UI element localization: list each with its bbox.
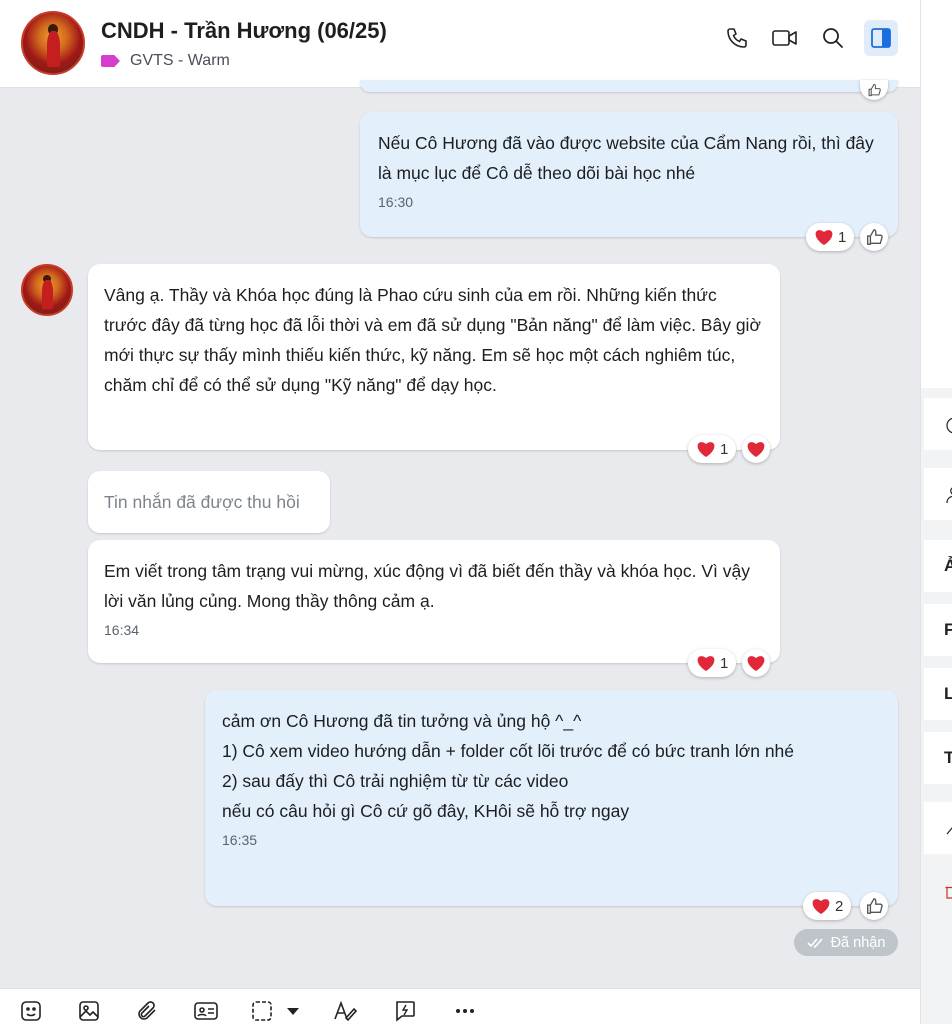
reaction-summary[interactable]: 1 [688,649,737,677]
message-bubble-sent[interactable]: Nếu Cô Hương đã vào được website của Cẩm… [360,112,898,237]
contact-avatar[interactable] [21,11,85,75]
image-icon[interactable] [74,997,104,1024]
side-panel-user-icon[interactable] [924,468,952,520]
message-line: cảm ơn Cô Hương đã tin tưởng và ủng hộ ^… [222,711,582,731]
side-panel-item-a[interactable]: Ả [924,540,952,592]
side-panel: Ả F L T [920,0,952,1024]
message-time: 16:35 [222,832,258,848]
reaction-summary[interactable]: 1 [806,223,855,251]
attachment-icon[interactable] [132,997,162,1024]
chat-header: CNDH - Trần Hương (06/25) GVTS - Warm [0,0,920,88]
quick-message-icon[interactable] [390,997,420,1024]
side-panel-item-t[interactable]: T [924,732,952,784]
tag-label: GVTS - Warm [130,52,230,69]
screenshot-icon[interactable] [250,997,312,1024]
recalled-message[interactable]: Tin nhắn đã được thu hồi [88,471,330,533]
message-time: 16:30 [378,194,414,210]
message-line: 2) sau đấy thì Cô trải nghiệm từ từ các … [222,771,569,791]
heart-icon [697,656,715,671]
more-icon[interactable] [450,997,480,1024]
message-text: Em viết trong tâm trạng vui mừng, xúc độ… [104,561,750,611]
side-panel-trash-icon[interactable] [924,866,952,918]
side-panel-item-f[interactable]: F [924,604,952,656]
double-check-icon [807,937,823,948]
side-panel-item-l[interactable]: L [924,668,952,720]
heart-icon [815,230,833,245]
message-bubble-received[interactable]: Vâng ạ. Thầy và Khóa học đúng là Phao cứ… [88,264,780,450]
search-icon[interactable] [816,20,850,56]
video-call-icon[interactable] [768,20,802,56]
heart-reaction-button[interactable] [742,649,770,677]
message-bubble-sent[interactable]: cảm ơn Cô Hương đã tin tưởng và ủng hộ ^… [205,690,898,906]
message-text: Vâng ạ. Thầy và Khóa học đúng là Phao cứ… [104,285,761,395]
sticker-icon[interactable] [16,997,46,1024]
reaction-summary[interactable]: 2 [803,892,852,920]
tag-icon [101,55,120,67]
contact-card-icon[interactable] [191,997,221,1024]
sidebar-toggle-icon[interactable] [864,20,898,56]
composer-toolbar [0,988,920,1024]
format-text-icon[interactable] [331,997,361,1024]
like-reaction-button[interactable] [860,223,888,251]
chevron-down-icon [287,1008,299,1015]
sender-avatar[interactable] [21,264,73,316]
phone-icon[interactable] [720,20,754,56]
previous-message-edge [360,80,898,92]
delivery-status: Đã nhận [794,929,898,956]
message-text: Nếu Cô Hương đã vào được website của Cẩm… [378,133,874,183]
heart-reaction-button[interactable] [742,435,770,463]
message-line: 1) Cô xem video hướng dẫn + folder cốt l… [222,741,795,761]
contact-tag[interactable]: GVTS - Warm [101,52,230,70]
side-panel-link-icon[interactable] [924,802,952,854]
like-reaction-button[interactable] [860,892,888,920]
message-line: nếu có câu hỏi gì Cô cứ gõ đây, KHôi sẽ … [222,801,630,821]
conversation-title[interactable]: CNDH - Trần Hương (06/25) [101,18,387,44]
message-time: 16:34 [104,622,140,638]
heart-icon [697,442,715,457]
like-reaction-button[interactable] [860,80,888,100]
side-panel-alarm-icon[interactable] [924,398,952,450]
reaction-summary[interactable]: 1 [688,435,737,463]
heart-icon [812,899,830,914]
message-bubble-received[interactable]: Em viết trong tâm trạng vui mừng, xúc độ… [88,540,780,663]
recalled-text: Tin nhắn đã được thu hồi [104,492,300,512]
